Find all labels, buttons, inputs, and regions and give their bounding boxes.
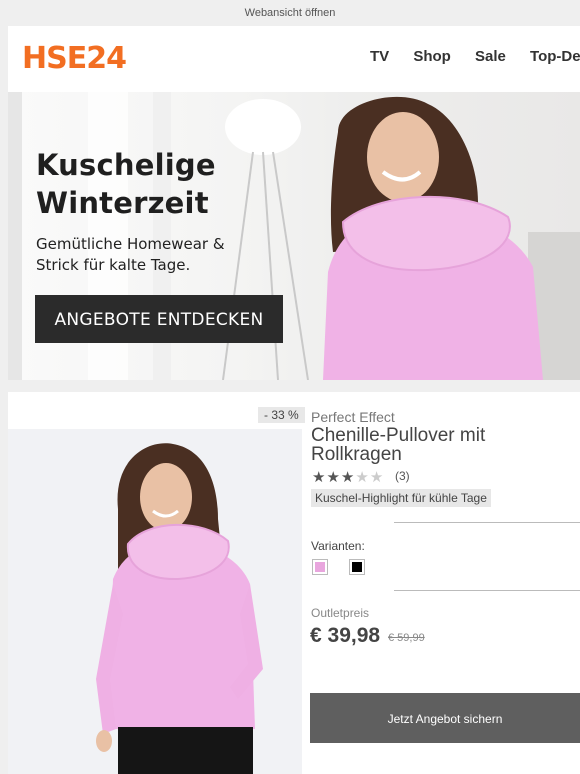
star-empty-icon: ★ [355,469,370,486]
nav-tv[interactable]: TV [370,48,389,65]
current-price: € 39,98 [310,624,381,647]
star-empty-icon: ★ [369,469,385,486]
variants-label: Varianten: [311,539,365,553]
webview-link[interactable]: Webansicht öffnen [0,0,580,26]
star-icon: ★ [312,469,327,486]
old-price: € 59,99 [388,632,425,644]
hero-subtitle: Gemütliche Homewear & Strick für kalte Ta… [36,235,225,274]
header: HSE24 TV Shop Sale Top-Deals [8,26,580,92]
review-count: (3) [395,469,410,483]
product-image[interactable] [8,429,302,774]
nav-sale[interactable]: Sale [475,48,506,65]
discount-badge: - 33 % [258,407,305,423]
product-title[interactable]: Chenille-Pullover mit Rollkragen [311,426,571,464]
nav-top-deals[interactable]: Top-Deals [530,48,580,65]
hse24-logo[interactable]: HSE24 [22,40,132,79]
star-rating: ★★★★★ [312,468,384,486]
hero-title: Kuschelige Winterzeit [36,148,216,220]
product-brand: Perfect Effect [311,409,395,425]
hero-cta-button[interactable]: ANGEBOTE ENTDECKEN [35,295,283,343]
variant-swatch-black[interactable] [349,559,365,575]
star-icon: ★ [326,469,341,486]
product-card: - 33 % Perfect Effect Chenille-Pullover … [8,392,580,774]
variant-swatch-pink[interactable] [312,559,328,575]
nav-shop[interactable]: Shop [413,48,451,65]
divider [394,522,580,523]
secure-offer-button[interactable]: Jetzt Angebot sichern [310,693,580,743]
divider [394,590,580,591]
price-label: Outletpreis [311,606,370,620]
hero-banner[interactable]: Kuschelige Winterzeit Gemütliche Homewear… [8,92,580,380]
star-icon: ★ [340,469,356,486]
main-nav: TV Shop Sale Top-Deals [370,48,580,65]
highlight-tag: Kuschel-Highlight für kühle Tage [311,489,491,507]
logo-text: HSE24 [22,41,126,74]
